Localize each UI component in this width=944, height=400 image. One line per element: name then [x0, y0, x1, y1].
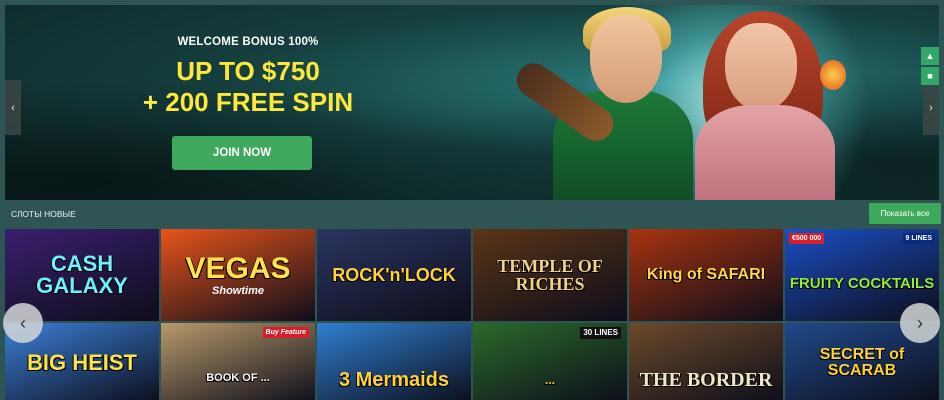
game-title: FRUITY COCKTAILS [789, 274, 935, 292]
bonus-label: WELCOME BONUS 100% [177, 36, 319, 48]
game-badge: 30 LINES [580, 327, 621, 339]
page: WELCOME BONUS 100% UP TO $750 + 200 FREE… [0, 0, 944, 400]
side-tools: ▲ ■ [921, 47, 939, 87]
game-tile[interactable]: VEGAS Showtime [161, 229, 315, 321]
banner-next-button[interactable]: › [923, 80, 939, 135]
heroine-body [695, 105, 835, 200]
game-title: THE BORDER [639, 369, 773, 391]
game-title: King of SAFARI [646, 266, 766, 283]
carousel-prev-button[interactable]: ‹ [3, 303, 43, 343]
section-title: СЛОТЫ НОВЫЕ [11, 209, 76, 219]
game-subtitle: Showtime [212, 284, 264, 297]
game-badge: 9 LINES [902, 233, 935, 244]
game-title: 3 Mermaids [338, 369, 450, 391]
bonus-headline-2: + 200 FREE SPIN [142, 87, 354, 117]
game-tile[interactable]: THE BORDER [629, 323, 783, 400]
section-header: СЛОТЫ НОВЫЕ Показать все [5, 202, 941, 226]
games-grid: CASH GALAXY VEGAS Showtime ROCK'n'LOCK T… [5, 229, 939, 400]
heroine-face [725, 23, 797, 111]
banner-prev-button[interactable]: ‹ [5, 80, 21, 135]
game-title: CASH GALAXY [36, 251, 128, 298]
chevron-left-icon: ‹ [11, 101, 15, 114]
game-tile[interactable]: King of SAFARI [629, 229, 783, 321]
flower-illustration [820, 60, 846, 90]
bonus-headline-1: UP TO $750 [176, 56, 320, 86]
show-all-button[interactable]: Показать все [869, 203, 941, 224]
bard-face [590, 15, 662, 103]
game-tile[interactable]: Buy Feature BOOK OF ... [161, 323, 315, 400]
game-title: VEGAS [185, 251, 291, 285]
game-title: SECRET of SCARAB [819, 346, 905, 379]
game-title: TEMPLE OF RICHES [497, 256, 603, 294]
game-tile[interactable]: 30 LINES ... [473, 323, 627, 400]
game-title: ... [544, 373, 555, 387]
promo-banner[interactable]: WELCOME BONUS 100% UP TO $750 + 200 FREE… [5, 5, 939, 200]
join-now-button[interactable]: JOIN NOW [172, 136, 312, 170]
trophy-icon[interactable]: ▲ [921, 47, 939, 65]
game-badge: Buy Feature [262, 327, 309, 338]
game-title: BIG HEIST [26, 350, 137, 375]
game-tile[interactable]: ROCK'n'LOCK [317, 229, 471, 321]
game-title: ROCK'n'LOCK [332, 265, 456, 285]
chevron-right-icon: › [929, 101, 933, 114]
game-tile[interactable]: 3 Mermaids [317, 323, 471, 400]
game-title: BOOK OF ... [206, 371, 270, 384]
arrow-left-icon: ‹ [20, 312, 26, 333]
game-badge: €500 000 [789, 233, 825, 244]
tournament-icon[interactable]: ■ [921, 67, 939, 85]
carousel-next-button[interactable]: › [900, 303, 940, 343]
arrow-right-icon: › [917, 312, 923, 333]
game-tile[interactable]: TEMPLE OF RICHES [473, 229, 627, 321]
